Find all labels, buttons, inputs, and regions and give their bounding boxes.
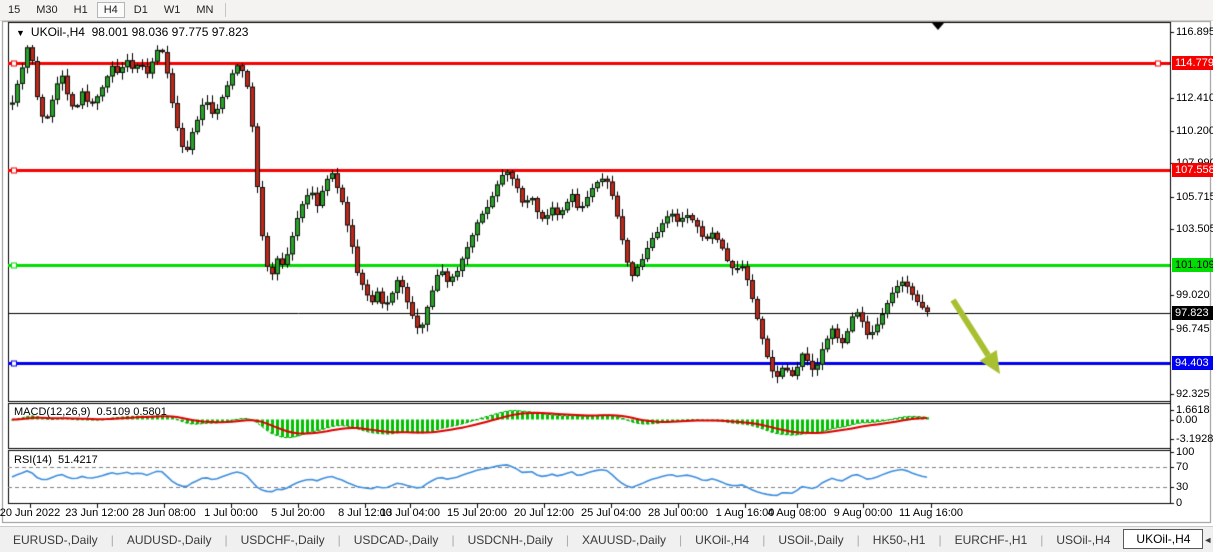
macd-values: 0.5109 0.5801 [97, 406, 167, 418]
support-line-price-label: 101.109 [1172, 258, 1213, 272]
time-axis-label: 1 Aug 16:00 [716, 507, 775, 519]
macd-tick-label: -3.1928 [1176, 433, 1213, 445]
symbol-tab-ukoilh4-11[interactable]: UKOil-,H4 [1123, 529, 1203, 549]
symbol-tab-ukoilh4-6[interactable]: UKOil-,H4 [682, 530, 762, 550]
price-tick-label: 96.745 [1176, 323, 1210, 335]
chart-menu-icon[interactable]: ▼ [16, 28, 25, 38]
price-tick-label: 112.410 [1176, 92, 1213, 104]
price-tick-label: 99.020 [1176, 289, 1210, 301]
time-axis-label: 23 Jun 12:00 [65, 507, 129, 519]
support-line-price-label: 94.403 [1172, 356, 1213, 370]
rsi-value: 51.4217 [58, 454, 98, 466]
time-axis-label: 20 Jul 12:00 [514, 507, 574, 519]
time-axis-label: 28 Jun 08:00 [132, 507, 196, 519]
symbol-tab-usoilh4-10[interactable]: USOil-,H4 [1043, 530, 1123, 550]
resistance-line-price-label: 114.779 [1172, 56, 1213, 70]
macd-tick-label: 0.00 [1176, 414, 1197, 426]
rsi-tick-label: 0 [1176, 497, 1182, 509]
time-axis-label: 1 Jul 00:00 [204, 507, 258, 519]
symbol-tab-audusddaily-1[interactable]: AUDUSD-,Daily [114, 530, 225, 550]
rsi-tick-label: 30 [1176, 481, 1188, 493]
symbol-tab-usoildaily-7[interactable]: USOil-,Daily [765, 530, 856, 550]
current-price-line-price-label: 97.823 [1172, 306, 1213, 320]
symbol-tab-usdcaddaily-3[interactable]: USDCAD-,Daily [341, 530, 452, 550]
time-axis-label: 5 Jul 20:00 [271, 507, 325, 519]
symbol-tab-eurusddaily-0[interactable]: EURUSD-,Daily [0, 530, 111, 550]
time-axis-label: 25 Jul 04:00 [581, 507, 641, 519]
macd-name: MACD(12,26,9) [14, 406, 90, 418]
chart-symbol-label: UKOil-,H4 [31, 25, 85, 39]
chart-title: ▼ UKOil-,H4 98.001 98.036 97.775 97.823 [16, 25, 248, 39]
price-tick-label: 92.325 [1176, 388, 1210, 400]
resistance-line-price-label: 107.558 [1172, 163, 1213, 177]
chart-ohlc-values: 98.001 98.036 97.775 97.823 [92, 25, 249, 39]
symbol-tabbar: EURUSD-,Daily|AUDUSD-,Daily|USDCHF-,Dail… [0, 526, 1213, 552]
rsi-name: RSI(14) [14, 454, 52, 466]
rsi-tick-label: 70 [1176, 461, 1188, 473]
time-axis-label: 20 Jun 2022 [0, 507, 60, 519]
rsi-tick-label: 100 [1176, 446, 1194, 458]
symbol-tab-hk50h1-8[interactable]: HK50-,H1 [860, 530, 939, 550]
price-tick-label: 110.200 [1176, 125, 1213, 137]
symbol-tab-usdcnhdaily-4[interactable]: USDCNH-,Daily [455, 530, 566, 550]
macd-label: MACD(12,26,9) 0.5109 0.5801 [14, 406, 167, 418]
time-axis-label: 28 Jul 00:00 [648, 507, 708, 519]
price-tick-label: 103.505 [1176, 223, 1213, 235]
time-axis-label: 15 Jul 20:00 [447, 507, 507, 519]
symbol-tab-xauusddaily-5[interactable]: XAUUSD-,Daily [569, 530, 679, 550]
chart-window: ▼ UKOil-,H4 98.001 98.036 97.775 97.823 M… [0, 21, 1213, 524]
rsi-label: RSI(14) 51.4217 [14, 454, 98, 466]
symbol-tab-usdchfdaily-2[interactable]: USDCHF-,Daily [228, 530, 338, 550]
price-tick-label: 116.895 [1176, 26, 1213, 38]
tabs-scroll-left-icon[interactable]: ◄ [1203, 535, 1212, 545]
time-axis-label: 13 Jul 04:00 [380, 507, 440, 519]
time-axis-label: 11 Aug 16:00 [899, 507, 963, 519]
time-axis-label: 9 Aug 00:00 [834, 507, 893, 519]
symbol-tab-eurchfh1-9[interactable]: EURCHF-,H1 [942, 530, 1041, 550]
time-axis-label: 4 Aug 08:00 [768, 507, 827, 519]
candlestick-chart-canvas[interactable] [0, 0, 1213, 551]
price-tick-label: 105.715 [1176, 191, 1213, 203]
